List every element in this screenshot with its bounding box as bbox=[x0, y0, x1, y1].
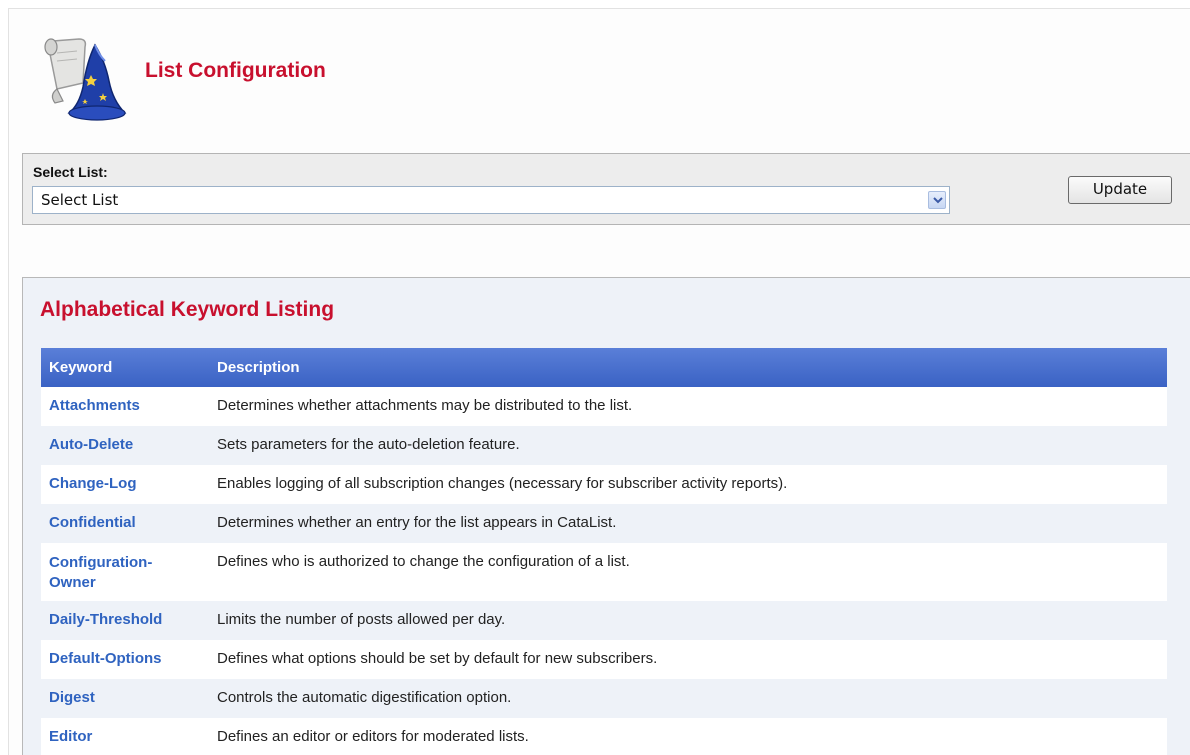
keyword-description: Limits the number of posts allowed per d… bbox=[209, 601, 1167, 640]
column-header-keyword: Keyword bbox=[41, 348, 209, 387]
table-row: Editor Defines an editor or editors for … bbox=[41, 718, 1167, 755]
keyword-description: Defines an editor or editors for moderat… bbox=[209, 718, 1167, 755]
keyword-description: Determines whether attachments may be di… bbox=[209, 387, 1167, 426]
keyword-link-attachments[interactable]: Attachments bbox=[41, 387, 209, 426]
keyword-link-configuration-owner[interactable]: Configuration- Owner bbox=[41, 543, 209, 601]
select-list-label: Select List: bbox=[33, 164, 108, 180]
table-row: Change-Log Enables logging of all subscr… bbox=[41, 465, 1167, 504]
table-row: Digest Controls the automatic digestific… bbox=[41, 679, 1167, 718]
table-header-row: Keyword Description bbox=[41, 348, 1167, 387]
keyword-description: Determines whether an entry for the list… bbox=[209, 504, 1167, 543]
keyword-label-line1: Configuration- bbox=[49, 554, 153, 571]
select-list-value: Select List bbox=[41, 191, 119, 209]
table-row: Confidential Determines whether an entry… bbox=[41, 504, 1167, 543]
keyword-link-editor[interactable]: Editor bbox=[41, 718, 209, 755]
keyword-description: Enables logging of all subscription chan… bbox=[209, 465, 1167, 504]
column-header-description: Description bbox=[209, 348, 1167, 387]
keyword-link-auto-delete[interactable]: Auto-Delete bbox=[41, 426, 209, 465]
keyword-link-confidential[interactable]: Confidential bbox=[41, 504, 209, 543]
keyword-description: Controls the automatic digestification o… bbox=[209, 679, 1167, 718]
keyword-description: Defines who is authorized to change the … bbox=[209, 543, 1167, 601]
select-list-panel: Select List: Select List Update bbox=[22, 153, 1190, 225]
keyword-description: Sets parameters for the auto-deletion fe… bbox=[209, 426, 1167, 465]
page: List Configuration Select List: Select L… bbox=[8, 8, 1190, 755]
update-button[interactable]: Update bbox=[1068, 176, 1172, 204]
keyword-listing-panel: Alphabetical Keyword Listing Keyword Des… bbox=[22, 277, 1190, 755]
table-row: Auto-Delete Sets parameters for the auto… bbox=[41, 426, 1167, 465]
keyword-table: Keyword Description Attachments Determin… bbox=[41, 348, 1167, 755]
chevron-down-icon[interactable] bbox=[928, 191, 946, 209]
page-header: List Configuration bbox=[39, 31, 639, 131]
page-title: List Configuration bbox=[145, 59, 326, 82]
keyword-link-daily-threshold[interactable]: Daily-Threshold bbox=[41, 601, 209, 640]
keyword-label-line2: Owner bbox=[49, 574, 96, 591]
wizard-hat-scroll-icon bbox=[39, 31, 129, 121]
keyword-description: Defines what options should be set by de… bbox=[209, 640, 1167, 679]
table-row: Default-Options Defines what options sho… bbox=[41, 640, 1167, 679]
select-list-dropdown[interactable]: Select List bbox=[32, 186, 950, 214]
table-row: Configuration- Owner Defines who is auth… bbox=[41, 543, 1167, 601]
table-row: Attachments Determines whether attachmen… bbox=[41, 387, 1167, 426]
keyword-link-digest[interactable]: Digest bbox=[41, 679, 209, 718]
keyword-link-default-options[interactable]: Default-Options bbox=[41, 640, 209, 679]
section-title: Alphabetical Keyword Listing bbox=[40, 298, 335, 321]
keyword-link-change-log[interactable]: Change-Log bbox=[41, 465, 209, 504]
table-row: Daily-Threshold Limits the number of pos… bbox=[41, 601, 1167, 640]
